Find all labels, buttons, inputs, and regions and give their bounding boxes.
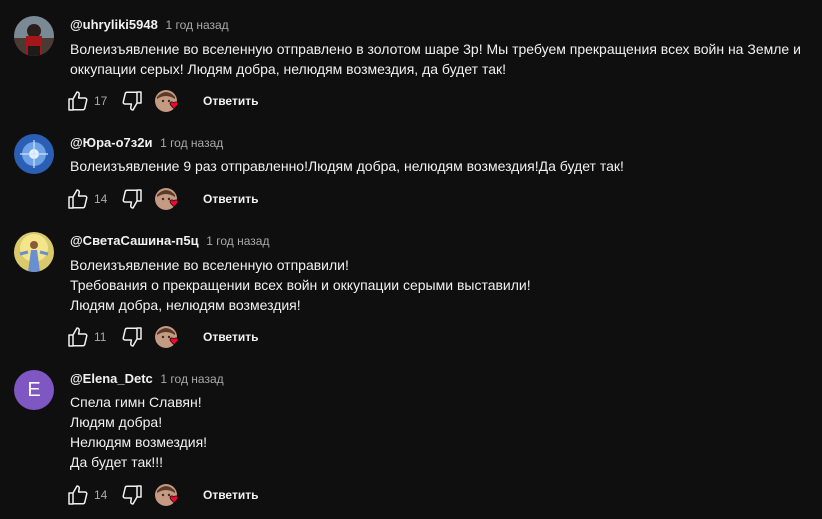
avatar[interactable]: E	[14, 370, 54, 410]
comment-text: Волеизъявление во вселенную отправили! Т…	[70, 255, 815, 315]
comment-actions: 14 Ответить	[66, 483, 326, 507]
avatar[interactable]	[14, 232, 54, 272]
avatar[interactable]	[14, 134, 54, 174]
thumbs-up-icon[interactable]	[66, 187, 90, 211]
avatar-letter: E	[27, 378, 41, 401]
comment-text-line: Требования о прекращении всех войн и окк…	[70, 277, 531, 293]
thumbs-down-icon[interactable]	[120, 483, 144, 507]
reply-button[interactable]: Ответить	[203, 187, 258, 211]
creator-heart-icon	[154, 483, 184, 507]
like-count: 14	[94, 192, 108, 206]
like-count: 11	[94, 330, 107, 344]
comment-text-line: оккупации серых! Людям добра, нелюдям во…	[70, 61, 507, 77]
thumbs-up-icon[interactable]	[66, 89, 90, 113]
comment-author[interactable]: @uhryliki5948	[70, 17, 158, 32]
comment-header: @Юра-о7з2и 1 год назад	[70, 134, 223, 152]
like-count: 14	[94, 488, 108, 502]
thumbs-up-icon[interactable]	[66, 325, 90, 349]
thumbs-down-icon[interactable]	[120, 187, 144, 211]
comment-text: Волеизъявление во вселенную отправлено в…	[70, 39, 815, 79]
comment-text-line: Людям добра!	[70, 414, 163, 430]
comment-text-line: Волеизъявление 9 раз отправленно!Людям д…	[70, 158, 624, 174]
comment-header: @Elena_Detc 1 год назад	[70, 370, 224, 388]
comment-text-line: Да будет так!!!	[70, 454, 164, 470]
comment-text: Спела гимн Славян! Людям добра! Нелюдям …	[70, 392, 815, 472]
comment-author[interactable]: @Юра-о7з2и	[70, 135, 152, 150]
creator-heart-icon	[154, 325, 184, 349]
reply-button[interactable]: Ответить	[203, 483, 258, 507]
creator-heart-icon	[154, 89, 184, 113]
comment-time[interactable]: 1 год назад	[165, 18, 228, 32]
comment-actions: 14 Ответить	[66, 187, 326, 211]
comment-time[interactable]: 1 год назад	[160, 136, 223, 150]
comment-author[interactable]: @СветаСашина-п5ц	[70, 233, 199, 248]
comment-actions: 11 Ответить	[66, 325, 326, 349]
comment-text-line: Людям добра, нелюдям возмездия!	[70, 297, 301, 313]
comment-time[interactable]: 1 год назад	[206, 234, 269, 248]
comment-text-line: Спела гимн Славян!	[70, 394, 202, 410]
comment-text-line: Волеизъявление во вселенную отправлено в…	[70, 41, 801, 57]
thumbs-down-icon[interactable]	[120, 89, 144, 113]
comment-text-line: Нелюдям возмездия!	[70, 434, 208, 450]
comment-text-line: Волеизъявление во вселенную отправили!	[70, 257, 349, 273]
creator-heart-icon	[154, 187, 184, 211]
comment-text: Волеизъявление 9 раз отправленно!Людям д…	[70, 156, 815, 176]
comment-author[interactable]: @Elena_Detc	[70, 371, 153, 386]
thumbs-up-icon[interactable]	[66, 483, 90, 507]
like-count: 17	[94, 94, 108, 108]
thumbs-down-icon[interactable]	[120, 325, 144, 349]
reply-button[interactable]: Ответить	[203, 89, 258, 113]
comment-time[interactable]: 1 год назад	[160, 372, 223, 386]
comment-actions: 17 Ответить	[66, 89, 326, 113]
comment-header: @uhryliki5948 1 год назад	[70, 16, 229, 34]
avatar[interactable]	[14, 16, 54, 56]
comment-header: @СветаСашина-п5ц 1 год назад	[70, 232, 269, 250]
reply-button[interactable]: Ответить	[203, 325, 258, 349]
